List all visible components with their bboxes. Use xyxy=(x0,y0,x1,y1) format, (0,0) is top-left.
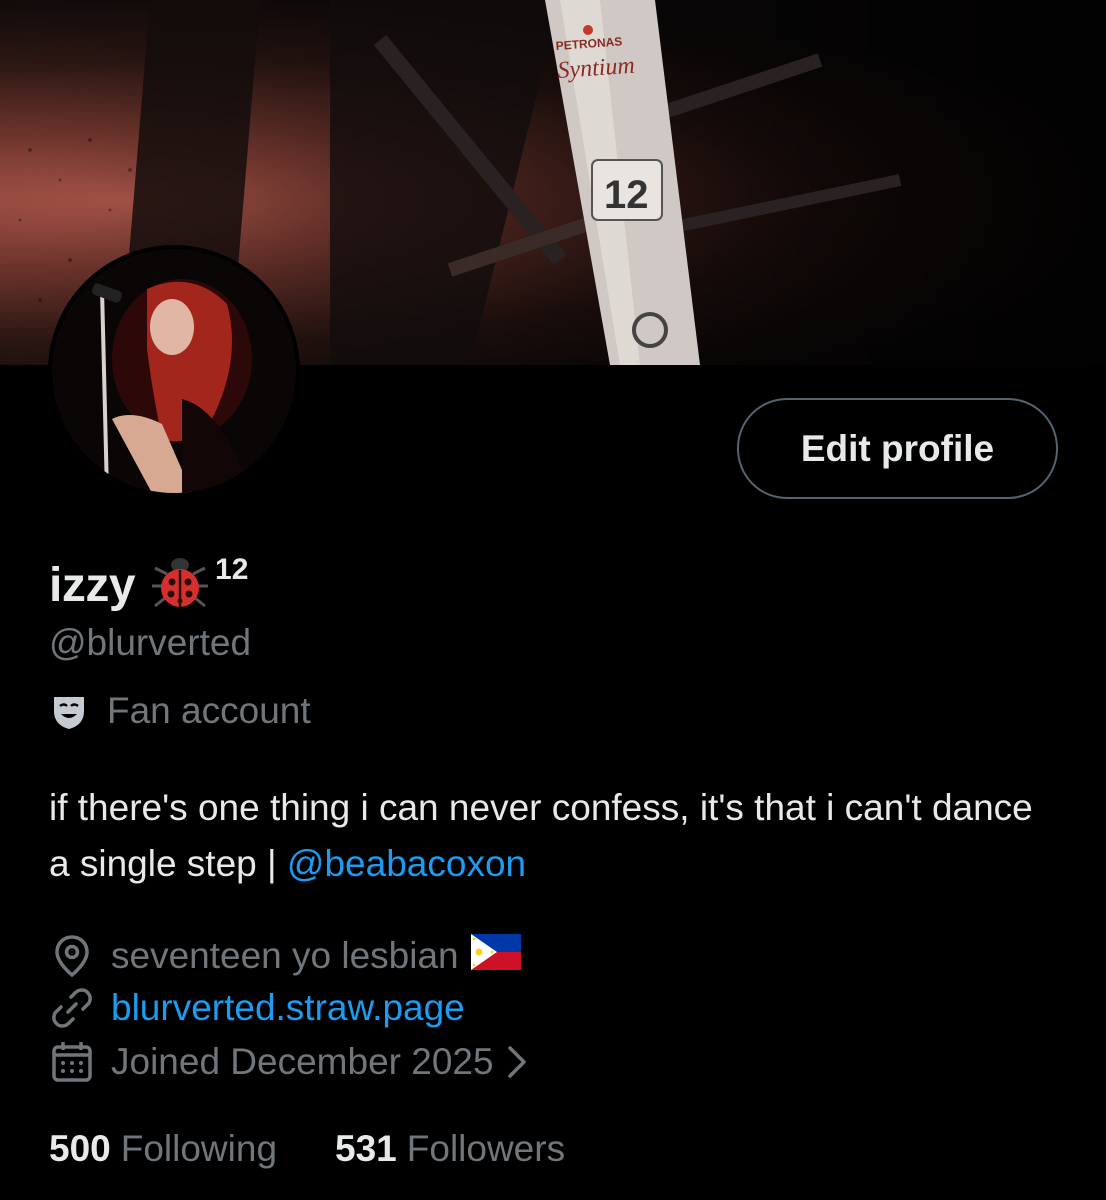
chevron-right-icon xyxy=(507,1046,526,1078)
avatar-image xyxy=(52,249,296,493)
bio-text: if there's one thing i can never confess… xyxy=(49,787,1033,884)
location-text: seventeen yo lesbian xyxy=(111,935,459,976)
profile-bio: if there's one thing i can never confess… xyxy=(49,780,1049,892)
profile-stats: 500 Following 531 Followers xyxy=(49,1128,623,1170)
banner-brand-text: Syntium xyxy=(557,53,636,84)
display-name: izzy xyxy=(49,558,136,612)
banner-car-number: 12 xyxy=(604,173,649,217)
location-pin-icon xyxy=(55,935,89,978)
profile-joined[interactable]: Joined December 2025 xyxy=(49,1036,546,1088)
website-link[interactable]: blurverted.straw.page xyxy=(111,987,465,1029)
category-label: Fan account xyxy=(107,690,311,731)
affiliation-label-number: 12 xyxy=(215,553,249,586)
profile-location: seventeen yo lesbian xyxy=(49,930,537,982)
profile-name-row: izzy 12 xyxy=(49,553,248,617)
ladybug-icon xyxy=(149,552,211,619)
following-count: 500 xyxy=(49,1128,111,1169)
philippines-flag-icon xyxy=(470,933,537,979)
profile-category: Fan account xyxy=(49,690,311,732)
followers-stat[interactable]: 531 Followers xyxy=(335,1128,565,1170)
profile-handle: @blurverted xyxy=(49,622,252,663)
link-icon xyxy=(52,988,92,1028)
bio-mention-link[interactable]: @beabacoxon xyxy=(287,843,526,884)
edit-profile-button[interactable]: Edit profile xyxy=(737,398,1058,499)
following-label: Following xyxy=(120,1128,278,1169)
followers-count: 531 xyxy=(335,1128,397,1169)
calendar-icon xyxy=(52,1042,92,1082)
profile-website: blurverted.straw.page xyxy=(49,982,465,1034)
profile-avatar[interactable] xyxy=(48,245,300,497)
joined-text: Joined December 2025 xyxy=(111,1041,494,1082)
followers-label: Followers xyxy=(406,1128,566,1169)
theater-mask-icon xyxy=(54,697,84,729)
following-stat[interactable]: 500 Following xyxy=(49,1128,277,1170)
